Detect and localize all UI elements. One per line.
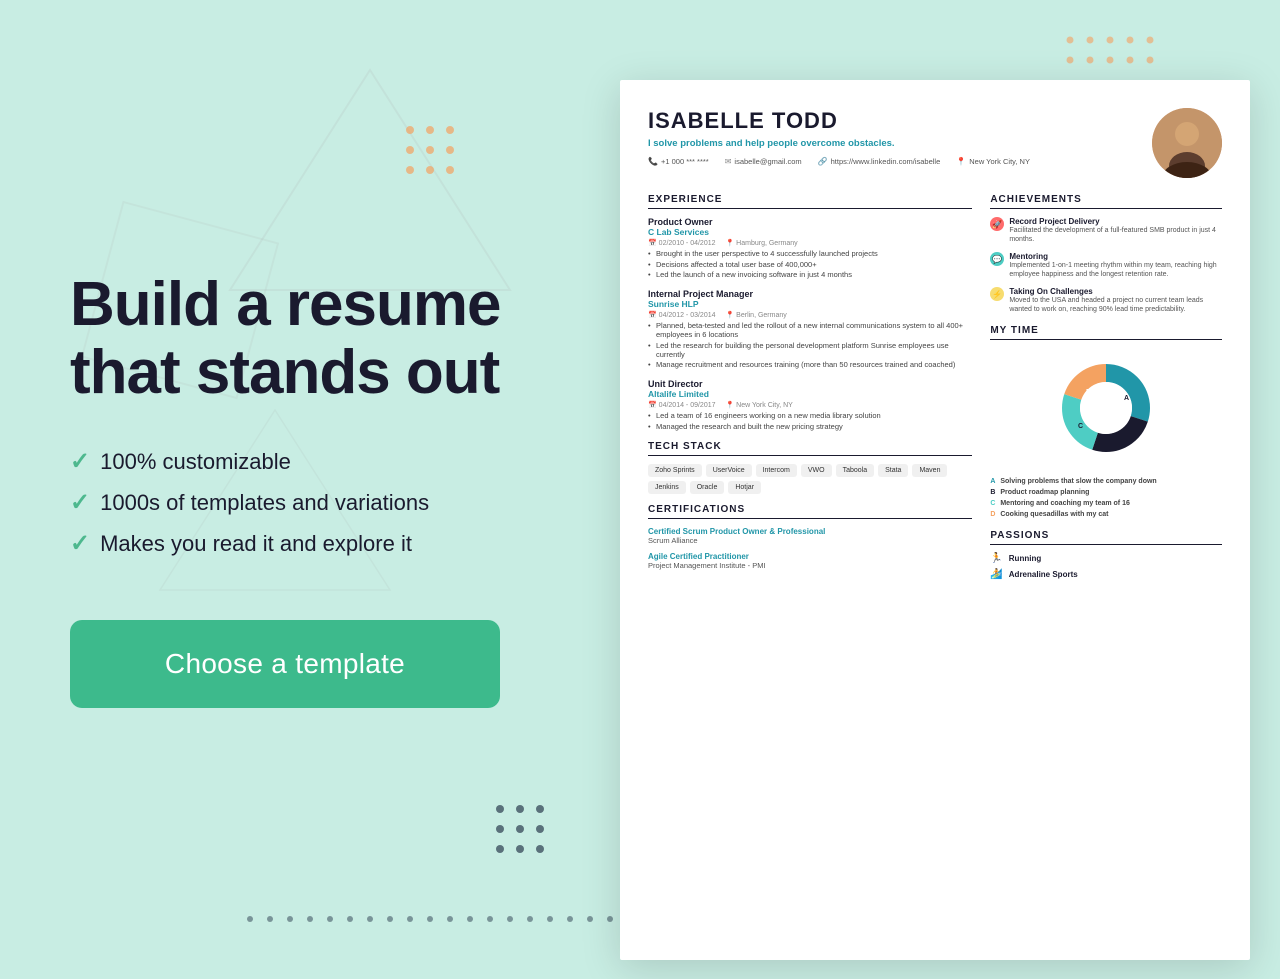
resume-right-col: ACHIEVEMENTS 🚀 Record Project Delivery F…: [990, 194, 1222, 585]
job-entry-2: Internal Project Manager Sunrise HLP 📅 0…: [648, 289, 972, 369]
chat-icon: 💬: [990, 252, 1004, 266]
tech-stack-section: TECH STACK Zoho Sprints UserVoice Interc…: [648, 441, 972, 494]
check-icon-3: ✓: [70, 529, 90, 558]
tech-stack-title: TECH STACK: [648, 441, 972, 456]
email-icon: ✉: [725, 157, 732, 166]
feature-item-3: ✓ Makes you read it and explore it: [70, 529, 550, 558]
phone-icon: 📞: [648, 157, 658, 166]
legend-c: C Mentoring and coaching my team of 16: [990, 498, 1222, 509]
legend-a: A Solving problems that slow the company…: [990, 476, 1222, 487]
donut-legend: A Solving problems that slow the company…: [990, 476, 1222, 521]
left-panel: Build a resume that stands out ✓ 100% cu…: [0, 0, 610, 979]
job-meta-2: 📅 04/2012 - 03/2014 📍 Berlin, Germany: [648, 311, 972, 319]
choose-template-button[interactable]: Choose a template: [70, 620, 500, 708]
cert-entry-1: Certified Scrum Product Owner & Professi…: [648, 527, 972, 545]
resume-email: ✉ isabelle@gmail.com: [725, 157, 802, 166]
achievement-3: ⚡ Taking On Challenges Moved to the USA …: [990, 287, 1222, 314]
certifications-title: CERTIFICATIONS: [648, 504, 972, 519]
resume-website: 🔗 https://www.linkedin.com/isabelle: [818, 157, 941, 166]
experience-section: EXPERIENCE Product Owner C Lab Services …: [648, 194, 972, 431]
svg-text:A: A: [1124, 395, 1129, 402]
rocket-icon: 🚀: [990, 217, 1004, 231]
resume-tagline: I solve problems and help people overcom…: [648, 138, 1030, 149]
resume-name: ISABELLE TODD: [648, 108, 1030, 134]
feature-item-1: ✓ 100% customizable: [70, 447, 550, 476]
job-entry-3: Unit Director Altalife Limited 📅 04/2014…: [648, 379, 972, 431]
certifications-section: CERTIFICATIONS Certified Scrum Product O…: [648, 504, 972, 570]
job-entry-1: Product Owner C Lab Services 📅 02/2010 -…: [648, 217, 972, 279]
job-meta-1: 📅 02/2010 - 04/2012 📍 Hamburg, Germany: [648, 239, 972, 247]
headline: Build a resume that stands out: [70, 271, 550, 407]
legend-b: B Product roadmap planning: [990, 487, 1222, 498]
running-icon: 🏃: [990, 553, 1002, 564]
job-meta-3: 📅 04/2014 - 09/2017 📍 New York City, NY: [648, 401, 972, 409]
job-bullets-2: Planned, beta-tested and led the rollout…: [648, 321, 972, 369]
achievement-2: 💬 Mentoring Implemented 1-on-1 meeting r…: [990, 252, 1222, 279]
resume-contact: 📞 +1 000 *** **** ✉ isabelle@gmail.com 🔗…: [648, 157, 1030, 166]
passion-1: 🏃 Running: [990, 553, 1222, 564]
resume-name-block: ISABELLE TODD I solve problems and help …: [648, 108, 1030, 166]
svg-text:D: D: [1086, 389, 1091, 396]
check-icon-2: ✓: [70, 488, 90, 517]
link-icon: 🔗: [818, 157, 828, 166]
my-time-section: MY TIME: [990, 325, 1222, 521]
feature-item-2: ✓ 1000s of templates and variations: [70, 488, 550, 517]
passions-section: PASSIONS 🏃 Running 🏄 Adrenaline Sports: [990, 530, 1222, 580]
svg-text:C: C: [1078, 423, 1083, 430]
features-list: ✓ 100% customizable ✓ 1000s of templates…: [70, 447, 550, 570]
resume-preview: ISABELLE TODD I solve problems and help …: [620, 80, 1250, 960]
passions-title: PASSIONS: [990, 530, 1222, 545]
resume-left-col: EXPERIENCE Product Owner C Lab Services …: [648, 194, 972, 585]
job-bullets-3: Led a team of 16 engineers working on a …: [648, 411, 972, 431]
tech-grid: Zoho Sprints UserVoice Intercom VWO Tabo…: [648, 464, 972, 494]
achievements-title: ACHIEVEMENTS: [990, 194, 1222, 209]
resume-body: EXPERIENCE Product Owner C Lab Services …: [648, 194, 1222, 585]
passion-2: 🏄 Adrenaline Sports: [990, 569, 1222, 580]
resume-header: ISABELLE TODD I solve problems and help …: [648, 108, 1222, 178]
avatar: [1152, 108, 1222, 178]
job-bullets-1: Brought in the user perspective to 4 suc…: [648, 249, 972, 279]
experience-title: EXPERIENCE: [648, 194, 972, 209]
achievements-section: ACHIEVEMENTS 🚀 Record Project Delivery F…: [990, 194, 1222, 315]
resume-location: 📍 New York City, NY: [956, 157, 1030, 166]
adrenaline-icon: 🏄: [990, 569, 1002, 580]
resume-phone: 📞 +1 000 *** ****: [648, 157, 709, 166]
svg-text:B: B: [1118, 423, 1123, 430]
achievement-1: 🚀 Record Project Delivery Facilitated th…: [990, 217, 1222, 244]
location-icon: 📍: [956, 157, 966, 166]
donut-chart: A B C D: [990, 348, 1222, 468]
bolt-icon: ⚡: [990, 287, 1004, 301]
my-time-title: MY TIME: [990, 325, 1222, 340]
cert-entry-2: Agile Certified Practitioner Project Man…: [648, 552, 972, 570]
check-icon-1: ✓: [70, 447, 90, 476]
legend-d: D Cooking quesadillas with my cat: [990, 509, 1222, 520]
